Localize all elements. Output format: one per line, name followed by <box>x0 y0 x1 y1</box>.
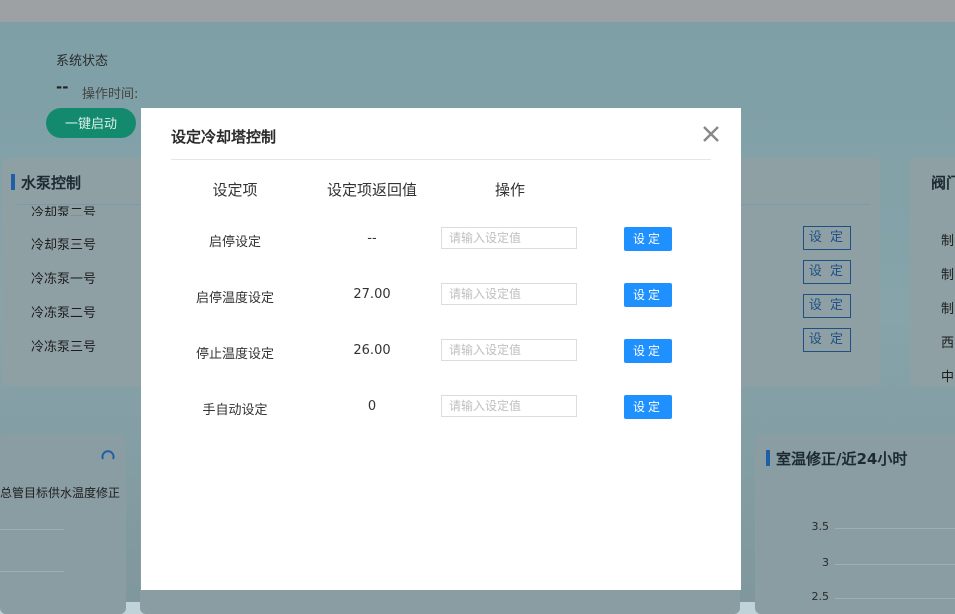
room-temp-chart-title: 室温修正/近24小时 <box>765 450 908 468</box>
y-tick-label: 3 <box>822 556 829 569</box>
valve-row: 中 <box>941 370 955 385</box>
setting-value-input[interactable] <box>441 339 577 361</box>
one-key-start-button[interactable]: 一键启动 <box>46 108 136 138</box>
set-button[interactable]: 设定 <box>624 227 672 251</box>
system-status-title: 系统状态 <box>56 54 109 69</box>
valve-row: 西 <box>941 336 955 351</box>
setting-name: 启停温度设定 <box>195 291 274 306</box>
valve-row: 制 <box>941 302 955 317</box>
chart-gridline <box>835 564 955 565</box>
valve-row: 制 <box>941 234 955 249</box>
valve-row: 制 <box>941 268 955 283</box>
pump-set-button[interactable]: 设 定 <box>803 294 851 318</box>
valve-panel-title: 阀门 <box>931 174 955 192</box>
top-bar <box>0 0 955 22</box>
pump-set-button[interactable]: 设 定 <box>803 328 851 352</box>
close-icon[interactable] <box>697 120 725 148</box>
supply-temp-chart-label: 总管目标供水温度修正 <box>0 486 121 500</box>
chart-gridline <box>835 528 955 529</box>
setting-return-value: 0 <box>367 399 377 414</box>
chart-gridline <box>835 598 955 599</box>
setting-return-value: 26.00 <box>353 343 391 358</box>
setting-return-value: 27.00 <box>353 287 391 302</box>
pump-row: 冷冻泵三号 <box>31 340 97 355</box>
setting-name: 启停设定 <box>208 235 261 250</box>
y-tick-label: 2.5 <box>811 590 830 603</box>
pump-set-button[interactable]: 设 定 <box>803 226 851 250</box>
dialog-title: 设定冷却塔控制 <box>171 128 277 146</box>
cooling-tower-settings-dialog: 设定冷却塔控制 设定项 设定项返回值 操作 启停设定 -- 设定 启停温度设定 … <box>141 108 741 590</box>
pump-row: 冷冻泵二号 <box>31 306 97 321</box>
setting-value-input[interactable] <box>441 395 577 417</box>
chart-gridline <box>0 529 64 530</box>
set-button[interactable]: 设定 <box>624 339 672 363</box>
y-tick-label: 3.5 <box>811 520 830 533</box>
setting-name: 停止温度设定 <box>195 347 274 362</box>
setting-return-value: -- <box>367 231 377 246</box>
pump-row: 冷冻泵一号 <box>31 272 97 287</box>
pump-row: 冷却泵三号 <box>31 238 97 253</box>
setting-name: 手自动设定 <box>202 403 268 418</box>
operation-time-label: 操作时间: <box>82 87 139 102</box>
column-header-setting-item: 设定项 <box>212 181 258 199</box>
pump-panel-title: 水泵控制 <box>10 174 82 192</box>
pump-row: 冷却泵二号 <box>31 206 97 216</box>
pump-set-button[interactable]: 设 定 <box>803 260 851 284</box>
set-button[interactable]: 设定 <box>624 395 672 419</box>
set-button[interactable]: 设定 <box>624 283 672 307</box>
system-status-value: -- <box>56 78 69 96</box>
chart-gridline <box>0 571 64 572</box>
refresh-icon[interactable] <box>100 449 116 465</box>
column-header-operation: 操作 <box>494 181 525 199</box>
setting-value-input[interactable] <box>441 227 577 249</box>
setting-value-input[interactable] <box>441 283 577 305</box>
column-header-return-value: 设定项返回值 <box>326 181 417 199</box>
dialog-divider <box>171 159 711 160</box>
